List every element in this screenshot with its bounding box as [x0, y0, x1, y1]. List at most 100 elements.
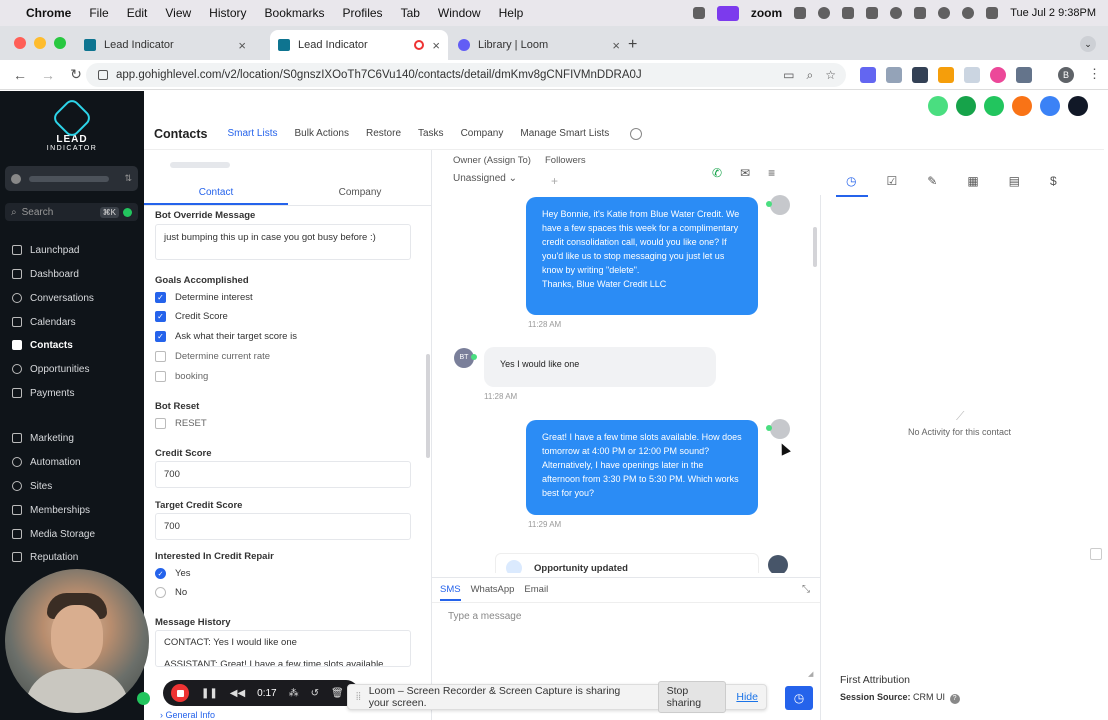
extensions-puzzle-icon[interactable] [1016, 67, 1032, 83]
close-window-button[interactable] [14, 37, 26, 49]
thread-scrollbar[interactable] [813, 227, 817, 267]
close-tab-icon[interactable]: × [238, 38, 246, 53]
goal-checkbox[interactable]: Determine current rate [155, 351, 270, 362]
tab-search-chevron-icon[interactable]: ⌄ [1080, 36, 1096, 52]
extension-icon[interactable] [964, 67, 980, 83]
window-status-icon[interactable] [866, 7, 879, 19]
user-avatar[interactable] [1068, 96, 1088, 116]
menu-tab[interactable]: Tab [401, 6, 420, 20]
close-tab-icon[interactable]: × [432, 38, 440, 53]
forward-arrow-icon[interactable]: → [40, 67, 56, 83]
sidebar-item-contacts[interactable]: Contacts [12, 336, 138, 354]
account-switcher[interactable]: ⇅ [5, 166, 138, 191]
wifi-icon[interactable] [938, 7, 951, 19]
menu-edit[interactable]: Edit [127, 6, 148, 20]
goal-checkbox[interactable]: ✓ Determine interest [155, 292, 253, 303]
credit-score-input[interactable]: 700 [155, 461, 411, 488]
menu-app-name[interactable]: Chrome [26, 6, 71, 20]
sidebar-item-reputation[interactable]: Reputation [12, 548, 138, 566]
goal-checkbox[interactable]: ✓ Credit Score [155, 311, 228, 322]
extension-icon[interactable] [860, 67, 876, 83]
extension-icon[interactable] [938, 67, 954, 83]
site-info-icon[interactable] [98, 70, 108, 80]
documents-icon[interactable]: ▤ [1009, 174, 1020, 188]
hide-notice-link[interactable]: Hide [736, 691, 758, 703]
message-history-textarea[interactable]: CONTACT: Yes I would like one ASSISTANT:… [155, 630, 411, 667]
zoom-menu[interactable]: zoom [751, 6, 782, 20]
help-icon[interactable] [1040, 96, 1060, 116]
menu-window[interactable]: Window [438, 6, 481, 20]
tab-smart-lists[interactable]: Smart Lists [227, 128, 277, 139]
draw-tool-icon[interactable]: ⁂ [289, 688, 299, 699]
profile-avatar[interactable]: B [1058, 67, 1074, 83]
tab-bulk-actions[interactable]: Bulk Actions [295, 128, 349, 139]
message-input[interactable]: Type a message [448, 611, 521, 622]
bookmark-star-icon[interactable]: ☆ [825, 68, 836, 83]
address-bar[interactable]: app.gohighlevel.com/v2/location/S0gnszIX… [86, 63, 846, 87]
tab-sms[interactable]: SMS [440, 584, 461, 601]
rewind-icon[interactable]: ◀◀ [230, 688, 245, 699]
tab-whatsapp[interactable]: WhatsApp [471, 584, 515, 601]
screen-share-icon[interactable] [716, 5, 739, 21]
call-icon[interactable]: ✆ [712, 166, 722, 180]
restart-icon[interactable]: ↺ [311, 688, 319, 699]
microphone-icon[interactable] [692, 7, 705, 19]
sidebar-item-calendars[interactable]: Calendars [12, 313, 138, 331]
settings-status-icon[interactable] [818, 7, 831, 19]
tab-email[interactable]: Email [524, 584, 548, 601]
new-tab-button[interactable]: + [628, 36, 637, 54]
side-panel-toggle-icon[interactable] [1090, 548, 1102, 560]
browser-tab[interactable]: Lead Indicator × [76, 30, 254, 60]
expand-icon[interactable]: ⤡ [802, 584, 810, 595]
general-info-section-toggle[interactable]: › General Info [160, 710, 215, 720]
menubar-clock[interactable]: Tue Jul 2 9:38PM [1010, 7, 1096, 19]
menu-bookmarks[interactable]: Bookmarks [265, 6, 325, 20]
sidebar-item-memberships[interactable]: Memberships [12, 501, 138, 519]
sidebar-item-media-storage[interactable]: Media Storage [12, 525, 138, 543]
tab-company[interactable]: Company [288, 182, 431, 205]
delete-icon[interactable]: 🗑 [331, 688, 344, 699]
tab-tasks[interactable]: Tasks [418, 128, 444, 139]
stop-recording-button[interactable] [171, 684, 189, 702]
minimize-window-button[interactable] [34, 37, 46, 49]
menu-history[interactable]: History [209, 6, 246, 20]
add-follower-icon[interactable]: + [551, 174, 558, 188]
sidebar-item-sites[interactable]: Sites [12, 477, 138, 495]
stop-sharing-button[interactable]: Stop sharing [657, 681, 727, 713]
battery-icon[interactable] [914, 7, 927, 19]
chrome-menu-icon[interactable]: ⋮ [1088, 66, 1101, 82]
sidebar-item-opportunities[interactable]: Opportunities [12, 360, 138, 378]
gear-icon[interactable] [630, 127, 643, 140]
menu-help[interactable]: Help [499, 6, 524, 20]
menu-profiles[interactable]: Profiles [343, 6, 383, 20]
filter-icon[interactable]: ≡ [768, 166, 775, 180]
phone-icon[interactable] [956, 96, 976, 116]
activity-clock-icon[interactable]: ◷ [846, 174, 856, 188]
sidebar-item-conversations[interactable]: Conversations [12, 289, 138, 307]
notes-pencil-icon[interactable]: ✎ [927, 174, 937, 188]
resize-handle-icon[interactable]: ◢ [808, 670, 813, 678]
camera-icon[interactable]: ▭ [783, 68, 794, 83]
spotlight-icon[interactable] [962, 7, 975, 19]
help-icon[interactable]: ? [949, 694, 960, 704]
payments-dollar-icon[interactable]: $ [1050, 174, 1057, 188]
opportunity-event[interactable]: Opportunity updated [495, 553, 759, 573]
extension-icon[interactable] [912, 67, 928, 83]
browser-tab[interactable]: Library | Loom × [450, 30, 628, 60]
extension-icon[interactable] [886, 67, 902, 83]
notes-status-icon[interactable] [842, 7, 855, 19]
tab-restore[interactable]: Restore [366, 128, 401, 139]
notifications-bell-icon[interactable] [1012, 96, 1032, 116]
control-center-icon[interactable] [986, 7, 999, 19]
send-options-button[interactable]: ◷ [785, 686, 813, 710]
sidebar-item-payments[interactable]: Payments [12, 384, 138, 402]
sidebar-item-marketing[interactable]: Marketing [12, 429, 138, 447]
sidebar-item-launchpad[interactable]: Launchpad [12, 241, 138, 259]
close-tab-icon[interactable]: × [612, 38, 620, 53]
owner-select[interactable]: Unassigned ⌄ [453, 173, 517, 184]
sidebar-search[interactable]: ⌕ Search ⌘K [5, 203, 138, 221]
app-status-icon[interactable] [794, 7, 807, 19]
zoom-magnifier-icon[interactable]: ⌕ [807, 68, 814, 83]
announcements-icon[interactable] [984, 96, 1004, 116]
bot-reset-checkbox[interactable]: RESET [155, 418, 207, 429]
